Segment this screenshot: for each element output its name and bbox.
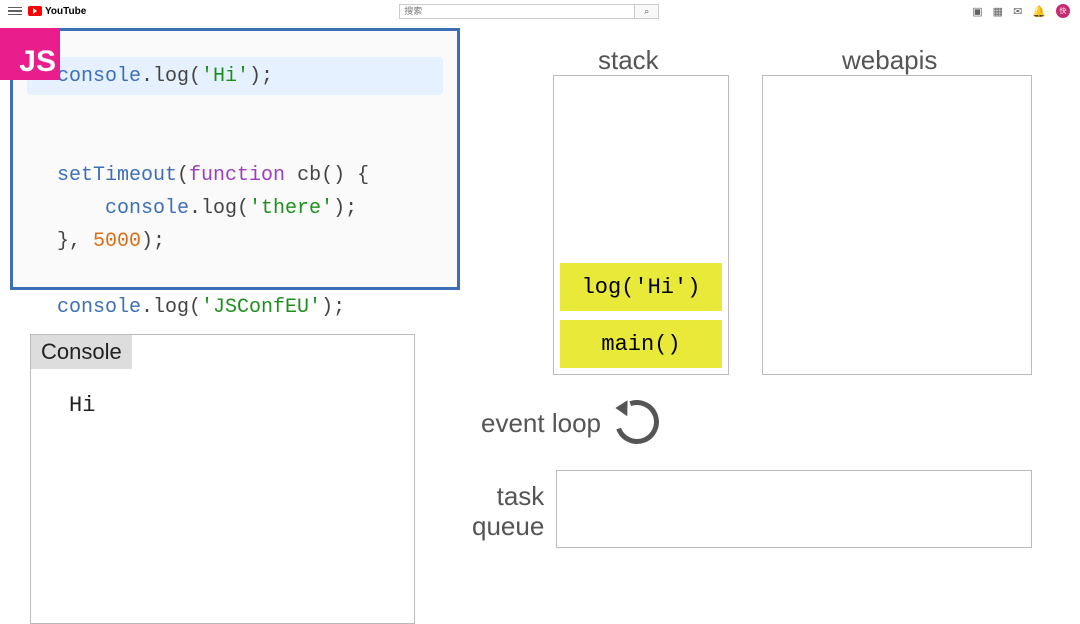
task-queue-label: taskqueue: [472, 481, 544, 541]
youtube-topbar: YouTube ⌕ ▣ ▦ ✉ 🔔 快: [0, 0, 1080, 22]
youtube-wordmark: YouTube: [45, 6, 86, 17]
webapis-label: webapis: [842, 45, 937, 76]
js-badge: JS: [0, 28, 60, 80]
play-icon: [28, 6, 42, 16]
console-panel: Console Hi: [30, 334, 415, 624]
video-content: console.log('Hi'); setTimeout(function c…: [0, 22, 1080, 607]
apps-grid-icon[interactable]: ▦: [993, 5, 1003, 18]
messages-icon[interactable]: ✉: [1013, 5, 1022, 18]
avatar[interactable]: 快: [1056, 4, 1070, 18]
console-output: Hi: [31, 369, 414, 418]
yt-center: ⌕: [86, 4, 972, 19]
stack-frame: log('Hi'): [560, 263, 722, 311]
console-line: Hi: [69, 393, 414, 418]
console-header: Console: [31, 335, 132, 369]
yt-right: ▣ ▦ ✉ 🔔 快: [972, 4, 1080, 18]
search-input[interactable]: [400, 5, 634, 18]
search-button[interactable]: ⌕: [634, 5, 658, 18]
loop-arrow-icon: [608, 393, 666, 451]
video-camera-icon[interactable]: ▣: [972, 5, 982, 18]
task-queue-panel: [556, 470, 1032, 548]
code-listing: console.log('Hi'); setTimeout(function c…: [57, 60, 369, 324]
hamburger-icon[interactable]: [8, 7, 22, 16]
stack-label: stack: [598, 45, 659, 76]
bell-icon[interactable]: 🔔: [1032, 5, 1046, 18]
code-panel: console.log('Hi'); setTimeout(function c…: [10, 28, 460, 290]
search-icon: ⌕: [644, 6, 649, 17]
search-box: ⌕: [399, 4, 659, 19]
yt-left: YouTube: [0, 6, 86, 17]
stack-panel: main() log('Hi'): [553, 75, 729, 375]
stack-frame: main(): [560, 320, 722, 368]
stack-items: main() log('Hi'): [560, 263, 722, 368]
webapis-panel: [762, 75, 1032, 375]
event-loop-label: event loop: [481, 408, 601, 439]
youtube-logo[interactable]: YouTube: [28, 6, 86, 17]
